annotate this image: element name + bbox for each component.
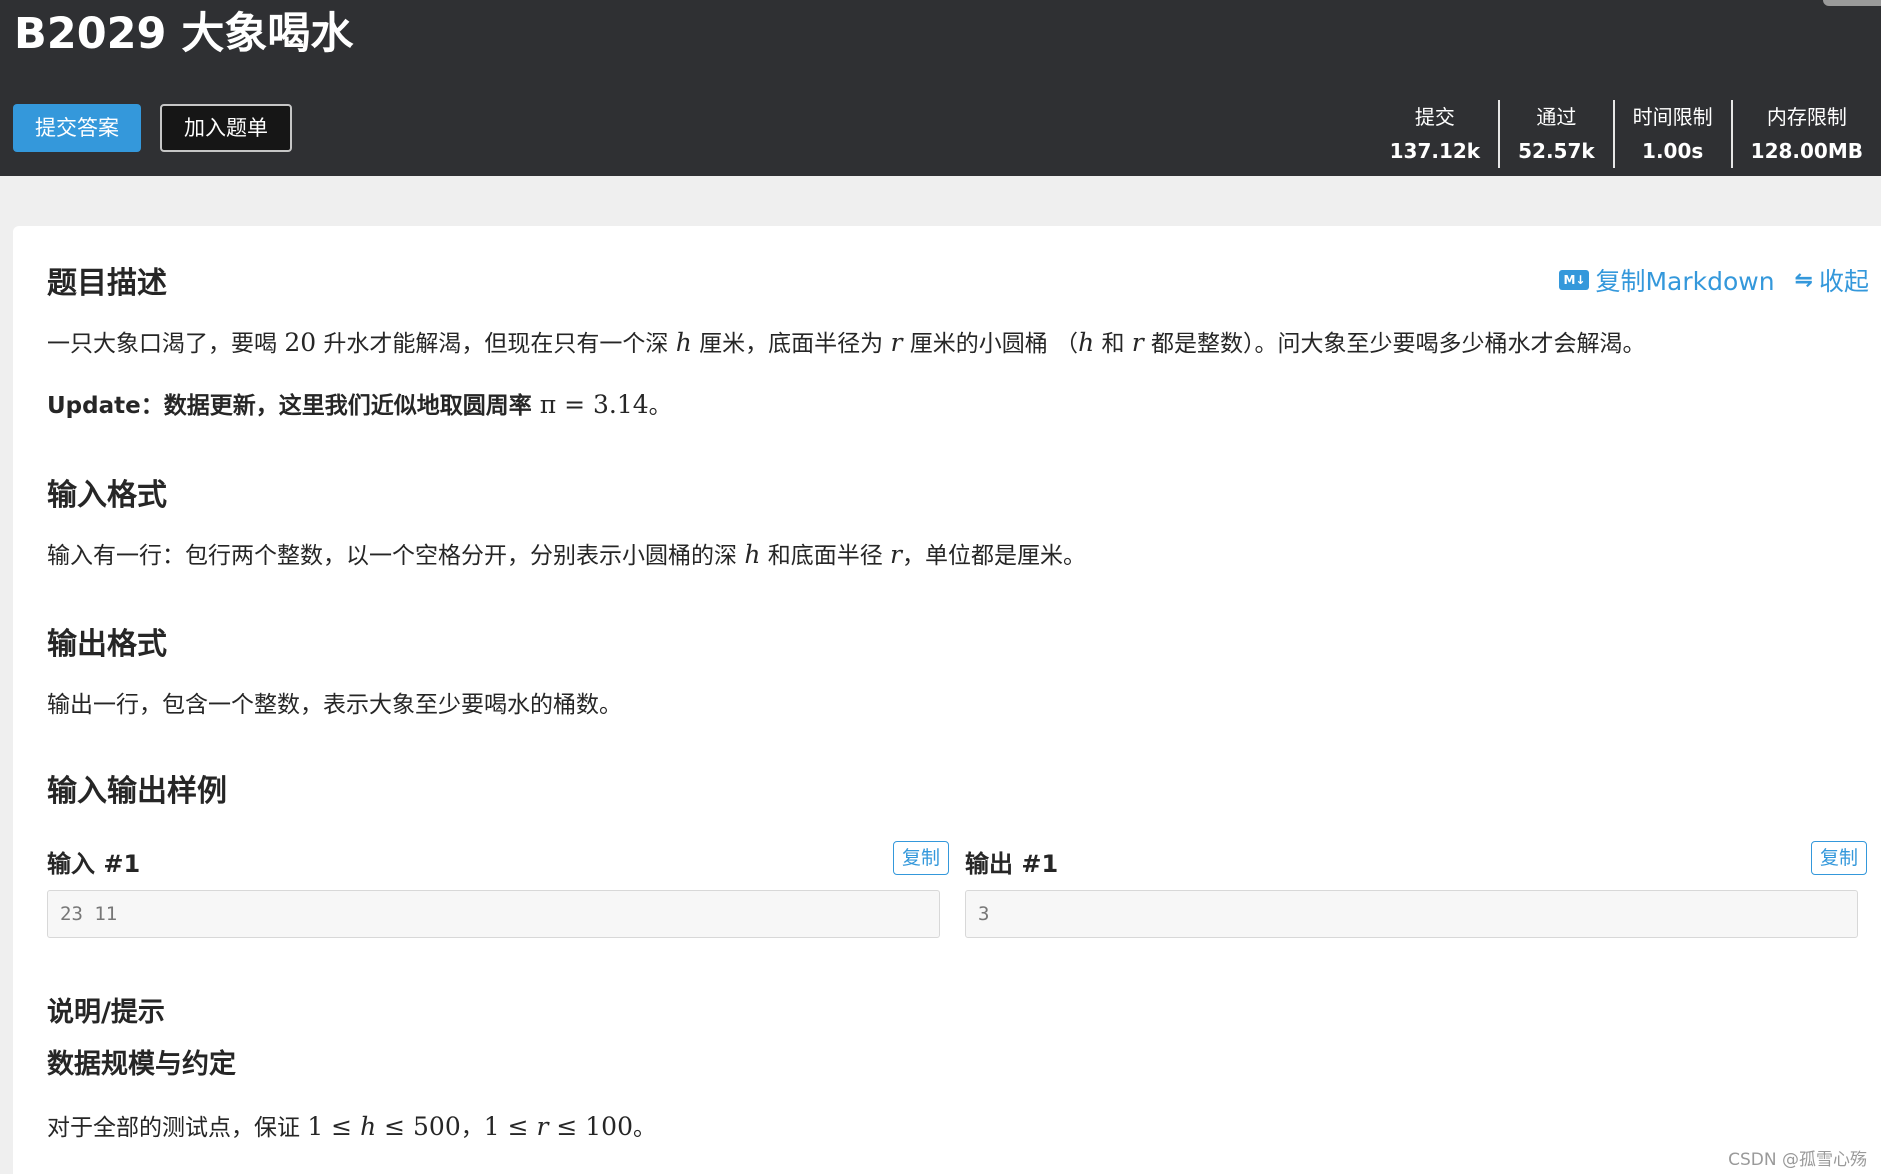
math-var: h xyxy=(744,540,761,569)
stat-value: 52.57k xyxy=(1518,139,1595,163)
stat-label: 提交 xyxy=(1414,105,1455,129)
stat-value: 137.12k xyxy=(1389,139,1481,163)
math-var: r xyxy=(890,540,902,569)
sample-input-label: 输入 #1 xyxy=(47,850,141,878)
problem-header: B2029 大象喝水 提交答案 加入题单 提交 137.12k 通过 52.57… xyxy=(0,0,1881,176)
text-run: 输入有一行：包行两个整数，以一个空格分开，分别表示小圆桶的深 xyxy=(47,543,745,569)
text-run: 和 xyxy=(1094,331,1132,357)
input-format-heading: 输入格式 xyxy=(47,478,167,513)
sample-input-box[interactable]: 23 11 xyxy=(47,890,940,938)
text-run: 对于全部的测试点，保证 xyxy=(47,1115,308,1141)
text-run: 都是整数）。问大象至少要喝多少桶水才会解渴。 xyxy=(1143,331,1646,357)
text-run: 和底面半径 xyxy=(760,543,891,569)
sample-output-label: 输出 #1 xyxy=(965,850,1059,878)
input-format-text: 输入有一行：包行两个整数，以一个空格分开，分别表示小圆桶的深 h 和底面半径 r… xyxy=(47,536,1086,570)
math-var: h xyxy=(675,328,692,357)
stat-label: 时间限制 xyxy=(1632,105,1713,129)
collapse-label: 收起 xyxy=(1818,267,1869,296)
text-run: 。 xyxy=(648,393,672,419)
math-var: r xyxy=(1131,328,1144,357)
stat-value: 128.00MB xyxy=(1750,139,1863,163)
copy-markdown-label: 复制Markdown xyxy=(1595,267,1775,296)
text-run: Update：数据更新，这里我们近似地取圆周率 xyxy=(47,393,540,419)
text-run: 。 xyxy=(633,1115,656,1141)
stats-bar: 提交 137.12k 通过 52.57k 时间限制 1.00s 内存限制 128… xyxy=(1372,100,1881,168)
math-number: 1 ≤ xyxy=(307,1112,361,1141)
math-number: ≤ 500 xyxy=(376,1112,461,1141)
description-text: 一只大象口渴了，要喝 20 升水才能解渴，但现在只有一个深 h 厘米，底面半径为… xyxy=(47,324,1646,358)
page-title: B2029 大象喝水 xyxy=(14,9,354,59)
watermark: CSDN @孤雪心殇 xyxy=(1728,1150,1867,1170)
samples-heading: 输入输出样例 xyxy=(47,774,227,809)
math-var: r xyxy=(536,1112,549,1141)
math-number: ≤ 100 xyxy=(548,1112,633,1141)
stat-memory-limit: 内存限制 128.00MB xyxy=(1730,100,1881,168)
stat-value: 1.00s xyxy=(1642,139,1704,163)
text-run: ， xyxy=(460,1115,484,1141)
collapse-button[interactable]: ⇋ 收起 xyxy=(1795,262,1869,298)
problem-card: M↓ 复制Markdown ⇋ 收起 题目描述 一只大象口渴了，要喝 20 升水… xyxy=(13,226,1881,1174)
stat-submissions: 提交 137.12k xyxy=(1372,100,1498,168)
math-expression: π = 3.14 xyxy=(539,390,649,419)
math-var: h xyxy=(360,1112,377,1141)
description-heading: 题目描述 xyxy=(47,266,167,301)
math-number: 1 ≤ xyxy=(483,1112,537,1141)
copy-markdown-button[interactable]: M↓ 复制Markdown xyxy=(1559,262,1775,298)
text-run: 厘米的小圆桶 （ xyxy=(902,331,1079,357)
scrollbar-thumb[interactable] xyxy=(1823,0,1881,6)
output-format-text: 输出一行，包含一个整数，表示大象至少要喝水的桶数。 xyxy=(47,692,622,718)
hint-heading: 说明/提示 xyxy=(47,997,165,1028)
copy-input-button[interactable]: 复制 xyxy=(893,841,950,875)
math-var: r xyxy=(890,328,903,357)
text-run: 升水才能解渴，但现在只有一个深 xyxy=(316,331,676,357)
copy-output-button[interactable]: 复制 xyxy=(1811,841,1868,875)
sample-output-box[interactable]: 3 xyxy=(965,890,1858,938)
update-note: Update：数据更新，这里我们近似地取圆周率 π = 3.14。 xyxy=(47,386,672,420)
add-to-list-button[interactable]: 加入题单 xyxy=(160,104,292,152)
constraints-heading: 数据规模与约定 xyxy=(47,1049,236,1080)
stat-time-limit: 时间限制 1.00s xyxy=(1612,100,1731,168)
markdown-icon: M↓ xyxy=(1559,270,1590,290)
stat-accepted: 通过 52.57k xyxy=(1498,100,1613,168)
math-var: h xyxy=(1078,328,1095,357)
card-tools: M↓ 复制Markdown ⇋ 收起 xyxy=(1539,262,1869,298)
stat-label: 通过 xyxy=(1536,105,1577,129)
output-format-heading: 输出格式 xyxy=(47,627,167,662)
text-run: ，单位都是厘米。 xyxy=(902,543,1086,569)
submit-button[interactable]: 提交答案 xyxy=(13,104,141,152)
stat-label: 内存限制 xyxy=(1766,105,1847,129)
text-run: 厘米，底面半径为 xyxy=(691,331,891,357)
text-run: 一只大象口渴了，要喝 xyxy=(47,331,285,357)
math-number: 20 xyxy=(284,328,317,357)
constraints-text: 对于全部的测试点，保证 1 ≤ h ≤ 500，1 ≤ r ≤ 100。 xyxy=(47,1108,656,1142)
collapse-icon: ⇋ xyxy=(1794,267,1813,293)
